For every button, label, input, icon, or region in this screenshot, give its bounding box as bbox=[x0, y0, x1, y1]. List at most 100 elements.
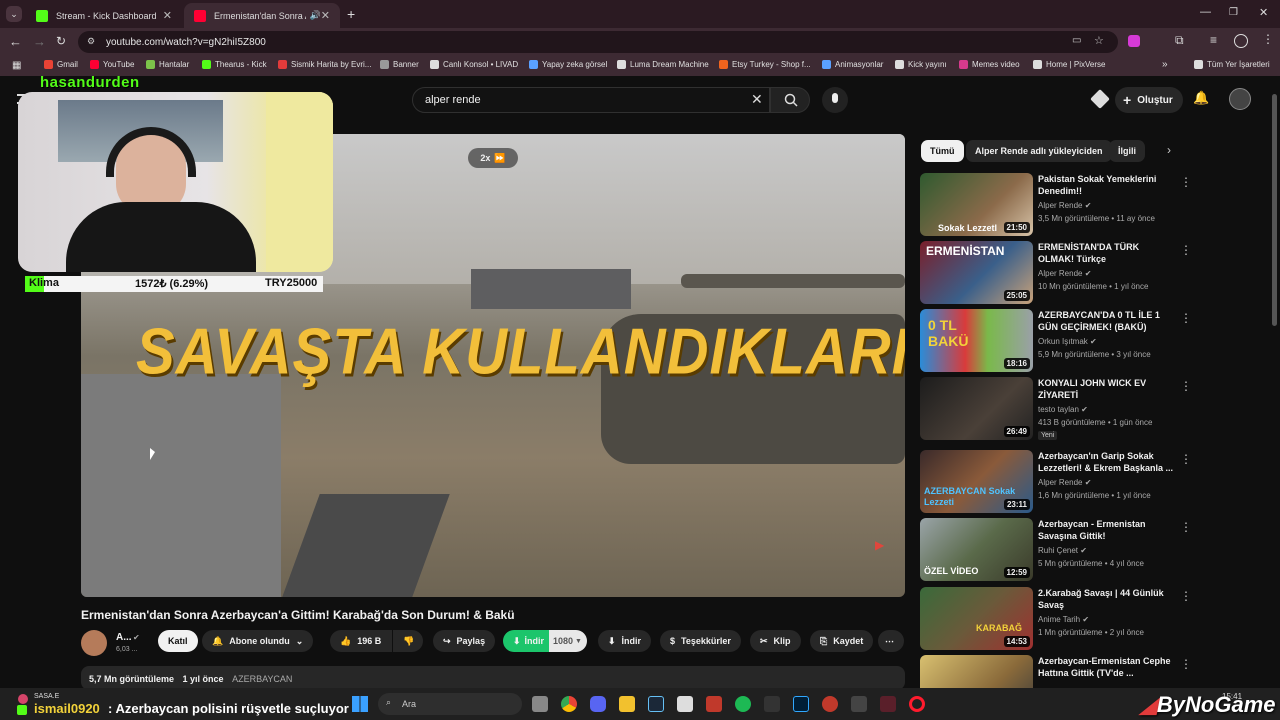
chrome-icon[interactable] bbox=[561, 696, 577, 712]
more-vertical-icon[interactable]: ⋮ bbox=[1180, 657, 1190, 671]
share-button[interactable]: ↪ Paylaş bbox=[433, 630, 496, 652]
video-thumbnail[interactable]: Sokak Lezzetl 21:50 bbox=[920, 173, 1033, 236]
speaker-icon[interactable]: 🔊 bbox=[310, 10, 321, 21]
chevron-right-icon[interactable]: › bbox=[1167, 143, 1171, 157]
photoshop-icon[interactable] bbox=[793, 696, 809, 712]
bookmark-kick[interactable]: Thearus - Kick bbox=[202, 60, 267, 69]
bookmark-hantalar[interactable]: Hantalar bbox=[146, 60, 189, 69]
more-actions-button[interactable]: ⋯ bbox=[878, 630, 904, 652]
reading-list-icon[interactable]: ≡ bbox=[1210, 33, 1217, 47]
list-item[interactable]: Azerbaycan-Ermenistan Cephe Hattına Gitt… bbox=[920, 655, 1190, 688]
more-vertical-icon[interactable]: ⋮ bbox=[1180, 520, 1192, 534]
channel-name[interactable]: A... bbox=[116, 632, 132, 643]
quality-select[interactable]: 1080 ▼ bbox=[549, 630, 587, 652]
restore-button[interactable]: ❐ bbox=[1229, 7, 1238, 18]
task-view-icon[interactable] bbox=[532, 696, 548, 712]
save-button[interactable]: ⎘ Kaydet bbox=[810, 630, 874, 652]
spotify-icon[interactable] bbox=[735, 696, 751, 712]
taskbar-search-input[interactable]: ⌕ Ara bbox=[378, 693, 522, 715]
app-icon[interactable] bbox=[822, 696, 838, 712]
channel-name[interactable]: Ruhi Çenet ✔ bbox=[1038, 546, 1087, 555]
video-thumbnail[interactable]: ÖZEL VİDEO 12:59 bbox=[920, 518, 1033, 581]
tab-youtube-video[interactable]: Ermenistan'dan Sonra Azerbaycan'a Gittim… bbox=[184, 3, 340, 28]
description-box[interactable]: 5,7 Mn görüntüleme 1 yıl önce AZERBAYCAN bbox=[81, 666, 905, 690]
channel-name[interactable]: Alper Rende ✔ bbox=[1038, 478, 1091, 487]
discord-icon[interactable] bbox=[590, 696, 606, 712]
dislike-button[interactable]: 👎 bbox=[393, 630, 423, 652]
windows-start-icon[interactable] bbox=[352, 696, 368, 712]
video-thumbnail[interactable]: AZERBAYCAN Sokak Lezzeti 23:11 bbox=[920, 450, 1033, 513]
list-item[interactable]: ERMENİSTAN 25:05 ERMENİSTAN'DA TÜRK OLMA… bbox=[920, 241, 1192, 305]
video-thumbnail[interactable]: 0 TL BAKÜ 18:16 bbox=[920, 309, 1033, 372]
opera-icon[interactable] bbox=[909, 696, 925, 712]
more-vertical-icon[interactable]: ⋮ bbox=[1180, 589, 1192, 603]
list-item[interactable]: ÖZEL VİDEO 12:59 Azerbaycan - Ermenistan… bbox=[920, 518, 1192, 582]
video-thumbnail[interactable]: KARABAĞ 14:53 bbox=[920, 587, 1033, 650]
channel-name[interactable]: Anime Tarih ✔ bbox=[1038, 615, 1089, 624]
bookmark-etsy[interactable]: Etsy Turkey - Shop f... bbox=[719, 60, 811, 69]
account-avatar[interactable] bbox=[1229, 88, 1251, 110]
channel-name[interactable]: Alper Rende ✔ bbox=[1038, 201, 1091, 210]
bookmark-memes[interactable]: Memes video bbox=[959, 60, 1020, 69]
list-item[interactable]: 0 TL BAKÜ 18:16 AZERBAYCAN'DA 0 TL İLE 1… bbox=[920, 309, 1192, 373]
video-thumbnail[interactable]: 26:49 bbox=[920, 377, 1033, 440]
bookmark-pixverse[interactable]: Home | PixVerse bbox=[1033, 60, 1105, 69]
chip-related[interactable]: İlgili bbox=[1109, 140, 1145, 162]
app-icon[interactable] bbox=[880, 696, 896, 712]
download-button[interactable]: ⬇ İndir bbox=[598, 630, 652, 652]
epic-games-icon[interactable] bbox=[764, 696, 780, 712]
close-icon[interactable]: ✕ bbox=[321, 9, 330, 22]
subscribed-button[interactable]: 🔔 Abone olundu ⌄ bbox=[202, 630, 314, 652]
create-button[interactable]: + Oluştur bbox=[1115, 87, 1183, 113]
reload-icon[interactable]: ↻ bbox=[56, 34, 66, 48]
channel-name[interactable]: Alper Rende ✔ bbox=[1038, 269, 1091, 278]
extensions-puzzle-icon[interactable]: ⧉ bbox=[1175, 33, 1184, 48]
recording-app-icon[interactable] bbox=[706, 696, 722, 712]
address-bar[interactable]: ⚙ youtube.com/watch?v=gN2hiI5Z800 ▭ ☆ bbox=[78, 31, 1118, 53]
minimize-button[interactable]: — bbox=[1200, 6, 1211, 18]
close-icon[interactable]: ✕ bbox=[163, 9, 172, 22]
video-thumbnail[interactable] bbox=[920, 655, 1033, 688]
list-item[interactable]: AZERBAYCAN Sokak Lezzeti 23:11 Azerbayca… bbox=[920, 450, 1192, 514]
chip-from-uploader[interactable]: Alper Rende adlı yükleyiciden bbox=[966, 140, 1112, 162]
bookmark-animasyonlar[interactable]: Animasyonlar bbox=[822, 60, 883, 69]
page-scrollbar[interactable] bbox=[1272, 94, 1277, 326]
channel-name[interactable]: Orkun Işıtmak ✔ bbox=[1038, 337, 1097, 346]
more-vertical-icon[interactable]: ⋮ bbox=[1180, 311, 1192, 325]
like-button[interactable]: 👍 196 B bbox=[330, 630, 392, 652]
hashtag[interactable]: AZERBAYCAN bbox=[232, 674, 292, 684]
profile-avatar[interactable] bbox=[1234, 34, 1248, 48]
file-explorer-icon[interactable] bbox=[619, 696, 635, 712]
more-vertical-icon[interactable]: ⋮ bbox=[1180, 379, 1192, 393]
bookmark-all[interactable]: Tüm Yer İşaretleri bbox=[1194, 60, 1270, 69]
bookmark-luma[interactable]: Luma Dream Machine bbox=[617, 60, 709, 69]
app-icon[interactable] bbox=[851, 696, 867, 712]
xbox-icon[interactable] bbox=[677, 696, 693, 712]
voice-search-button[interactable] bbox=[822, 87, 848, 113]
steam-icon[interactable] bbox=[648, 696, 664, 712]
chip-all[interactable]: Tümü bbox=[921, 140, 964, 162]
forward-icon[interactable]: → bbox=[33, 34, 46, 49]
list-item[interactable]: KARABAĞ 14:53 2.Karabağ Savaşı | 44 Günl… bbox=[920, 587, 1192, 651]
thanks-button[interactable]: $ Teşekkürler bbox=[660, 630, 741, 652]
browser-menu-icon[interactable]: ⋮ bbox=[1262, 32, 1274, 46]
more-vertical-icon[interactable]: ⋮ bbox=[1180, 175, 1192, 189]
speed-badge[interactable]: 2x ⏩ bbox=[468, 148, 518, 168]
clear-search-icon[interactable]: ✕ bbox=[751, 91, 763, 108]
bookmark-kick-yayini[interactable]: Kick yayını bbox=[895, 60, 947, 69]
tab-kick-dashboard[interactable]: Stream - Kick Dashboard ✕ bbox=[26, 3, 182, 28]
search-input[interactable]: alper rende ✕ bbox=[412, 87, 770, 113]
clip-button[interactable]: ✂ Klip bbox=[750, 630, 801, 652]
list-item[interactable]: Sokak Lezzetl 21:50 Pakistan Sokak Yemek… bbox=[920, 173, 1192, 237]
bookmark-youtube[interactable]: YouTube bbox=[90, 60, 134, 69]
join-button[interactable]: Katıl bbox=[158, 630, 198, 652]
close-window-button[interactable]: ✕ bbox=[1259, 6, 1268, 19]
new-tab-button[interactable]: + bbox=[347, 6, 355, 22]
apps-grid-icon[interactable]: ▦ bbox=[12, 60, 21, 71]
bookmark-star-icon[interactable]: ☆ bbox=[1094, 34, 1104, 47]
video-thumbnail[interactable]: ERMENİSTAN 25:05 bbox=[920, 241, 1033, 304]
bookmark-yapay-zeka[interactable]: Yapay zeka görsel bbox=[529, 60, 607, 69]
gemini-icon[interactable] bbox=[1090, 89, 1110, 109]
notifications-bell-icon[interactable]: 🔔 bbox=[1193, 90, 1209, 106]
list-item[interactable]: 26:49 KONYALI JOHN WICK EV ZİYARETİ test… bbox=[920, 377, 1192, 441]
